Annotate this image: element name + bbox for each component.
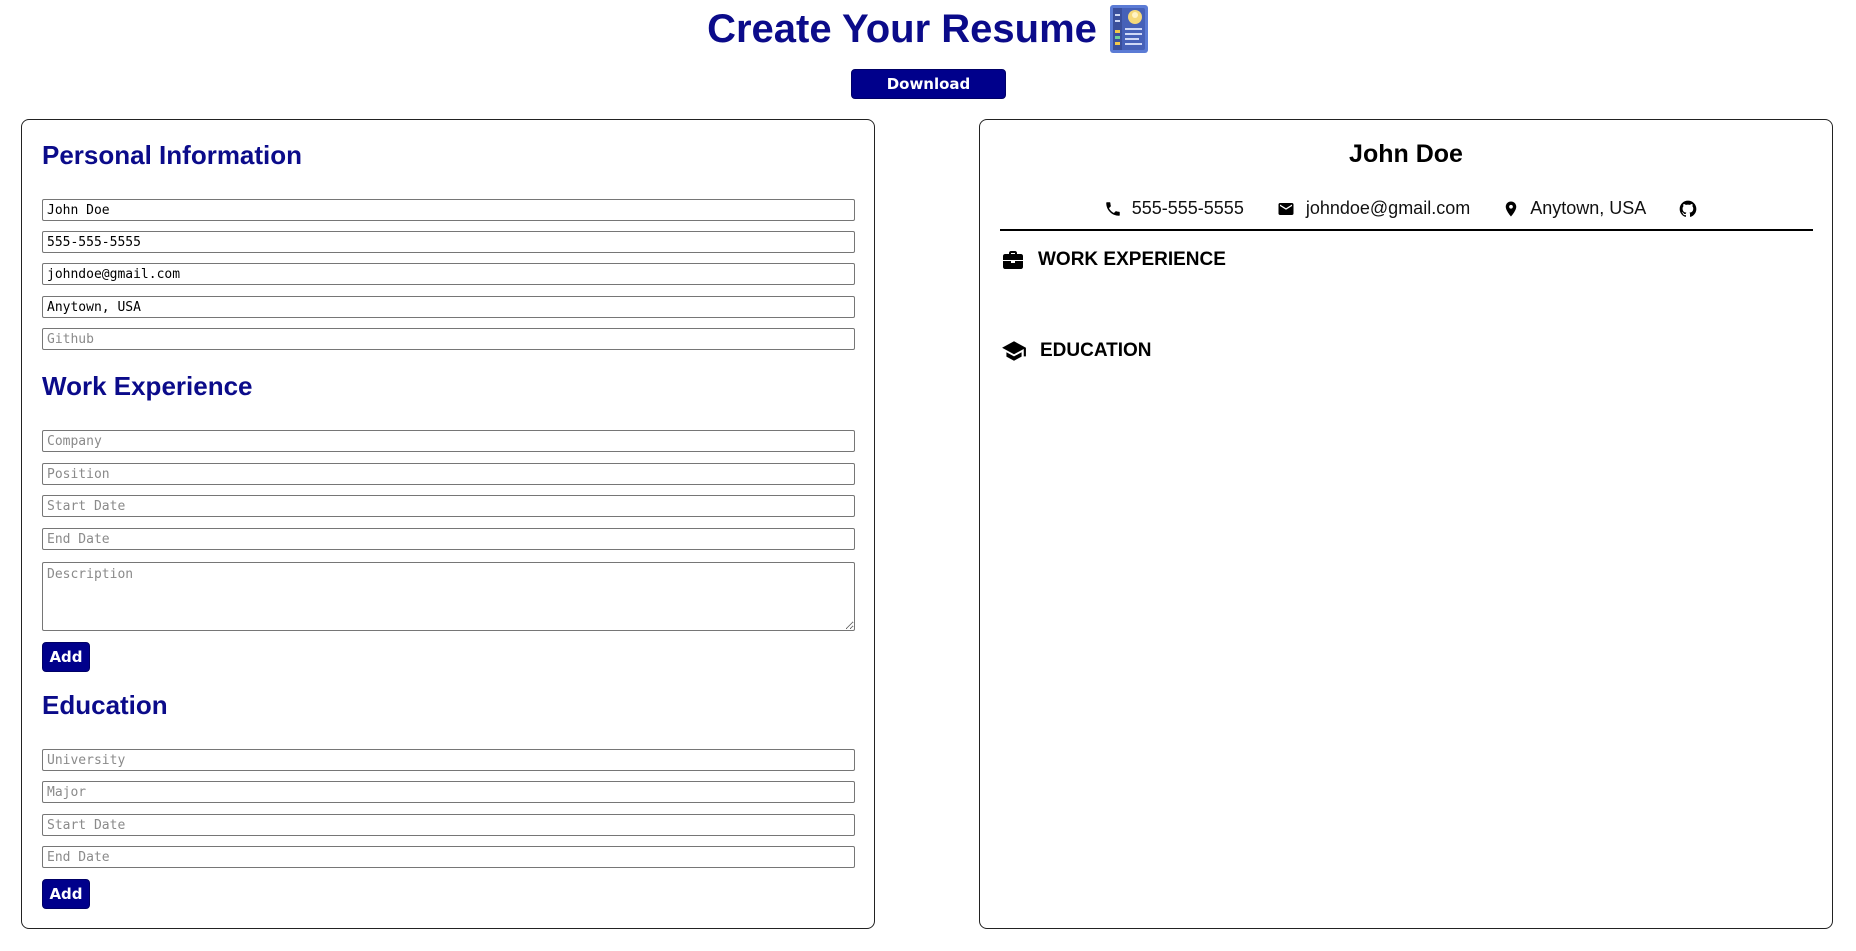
contact-phone-text: 555-555-5555 — [1131, 198, 1244, 218]
contact-github[interactable] — [1678, 199, 1708, 219]
university-input[interactable] — [42, 749, 855, 771]
resume-document-icon — [1109, 4, 1149, 54]
name-input[interactable] — [42, 199, 855, 221]
email-input[interactable] — [42, 263, 855, 285]
download-resume-button[interactable]: Download Resume — [851, 69, 1006, 121]
major-input[interactable] — [42, 781, 855, 803]
preview-education-section: EDUCATION — [1000, 338, 1152, 364]
work-description-textarea[interactable] — [42, 562, 855, 631]
resume-preview-panel: John Doe 555-555-5555 johndoe@gmail.com … — [979, 119, 1833, 929]
briefcase-icon — [1003, 251, 1023, 269]
personal-info-heading: Personal Information — [42, 140, 303, 170]
title-row: Create Your Resume — [0, 4, 1856, 54]
location-pin-icon — [1505, 201, 1517, 216]
contact-row: 555-555-5555 johndoe@gmail.com Anytown, … — [980, 198, 1832, 219]
email-icon — [1278, 202, 1294, 215]
work-experience-heading: Work Experience — [42, 371, 253, 401]
phone-icon — [1105, 201, 1120, 216]
work-end-date-input[interactable] — [42, 528, 855, 550]
contact-phone: 555-555-5555 — [1104, 198, 1244, 219]
header-divider — [1000, 229, 1813, 231]
add-work-button[interactable]: Add — [42, 642, 90, 672]
graduation-cap-icon — [1002, 341, 1026, 361]
preview-work-heading: WORK EXPERIENCE — [1038, 249, 1226, 270]
contact-address: Anytown, USA — [1502, 198, 1646, 219]
add-education-button[interactable]: Add — [42, 879, 90, 909]
contact-address-text: Anytown, USA — [1530, 198, 1647, 218]
contact-email-text: johndoe@gmail.com — [1305, 198, 1471, 218]
contact-email: johndoe@gmail.com — [1276, 198, 1470, 219]
address-input[interactable] — [42, 296, 855, 318]
github-input[interactable] — [42, 328, 855, 350]
resume-form-panel: Personal Information Work Experience Add… — [21, 119, 875, 929]
education-end-date-input[interactable] — [42, 846, 855, 868]
phone-input[interactable] — [42, 231, 855, 253]
preview-work-section: WORK EXPERIENCE — [1000, 248, 1226, 272]
education-heading: Education — [42, 690, 168, 720]
education-start-date-input[interactable] — [42, 814, 855, 836]
position-input[interactable] — [42, 463, 855, 485]
page-title: Create Your Resume — [707, 7, 1097, 51]
work-start-date-input[interactable] — [42, 495, 855, 517]
company-input[interactable] — [42, 430, 855, 452]
preview-name: John Doe — [1349, 140, 1463, 168]
github-icon[interactable] — [1678, 199, 1698, 219]
preview-education-heading: EDUCATION — [1040, 340, 1152, 361]
